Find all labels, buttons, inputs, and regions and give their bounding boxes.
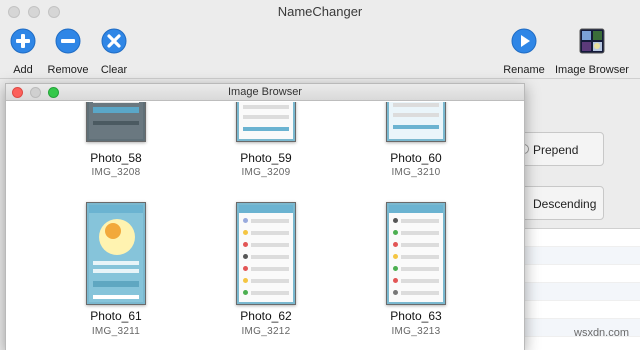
- list-row[interactable]: [525, 283, 640, 301]
- x-circle-icon: [101, 28, 127, 54]
- minus-icon: [55, 28, 81, 54]
- add-button[interactable]: Add: [8, 28, 38, 76]
- photo-name: Photo_63: [390, 309, 442, 323]
- prepend-option[interactable]: Prepend: [519, 132, 604, 166]
- image-browser-button[interactable]: Image Browser: [551, 28, 633, 76]
- photo-thumbnail[interactable]: [86, 202, 146, 305]
- photo-thumbnail[interactable]: [236, 202, 296, 305]
- image-browser-titlebar[interactable]: Image Browser: [6, 84, 524, 101]
- watermark: wsxdn.com: [574, 327, 630, 339]
- toolbar-divider: [0, 78, 640, 79]
- photo-thumbnail[interactable]: [236, 102, 296, 142]
- photo-thumbnail[interactable]: [386, 202, 446, 305]
- photo-filename: IMG_3212: [241, 326, 291, 337]
- prepend-label: Prepend: [533, 143, 579, 157]
- rename-button[interactable]: Rename: [502, 28, 546, 76]
- descending-option[interactable]: Descending: [520, 186, 604, 220]
- plus-icon: [10, 28, 36, 54]
- photo-filename: IMG_3209: [241, 167, 291, 178]
- photo-name: Photo_62: [240, 309, 292, 323]
- photo-name: Photo_60: [390, 151, 442, 165]
- add-label: Add: [13, 64, 33, 76]
- image-browser-window: Image Browser Photo_58 IMG_3208 Photo_59…: [5, 83, 525, 350]
- photo-thumbnail[interactable]: [386, 102, 446, 142]
- photo-filename: IMG_3211: [91, 326, 141, 337]
- list-row[interactable]: [525, 229, 640, 247]
- photo-name: Photo_61: [90, 309, 142, 323]
- remove-button[interactable]: Remove: [46, 28, 90, 76]
- main-titlebar: NameChanger: [0, 0, 640, 24]
- remove-label: Remove: [47, 64, 89, 76]
- photo-name: Photo_59: [240, 151, 292, 165]
- clear-label: Clear: [100, 64, 128, 76]
- play-icon: [511, 28, 537, 54]
- photo-filename: IMG_3210: [391, 167, 441, 178]
- image-grid: Photo_58 IMG_3208 Photo_59 IMG_3209 Phot…: [6, 102, 524, 350]
- image-browser-icon: [579, 28, 605, 54]
- descending-label: Descending: [533, 197, 597, 211]
- image-browser-label: Image Browser: [555, 64, 629, 76]
- photo-name: Photo_58: [90, 151, 142, 165]
- clear-button[interactable]: Clear: [98, 28, 130, 76]
- window-title: NameChanger: [277, 4, 363, 19]
- rename-label: Rename: [503, 64, 545, 76]
- list-row[interactable]: [525, 265, 640, 283]
- image-browser-title: Image Browser: [228, 86, 302, 98]
- photo-thumbnail[interactable]: [86, 102, 146, 142]
- photo-filename: IMG_3208: [91, 167, 141, 178]
- list-row[interactable]: [525, 247, 640, 265]
- photo-filename: IMG_3213: [391, 326, 441, 337]
- list-row[interactable]: [525, 301, 640, 319]
